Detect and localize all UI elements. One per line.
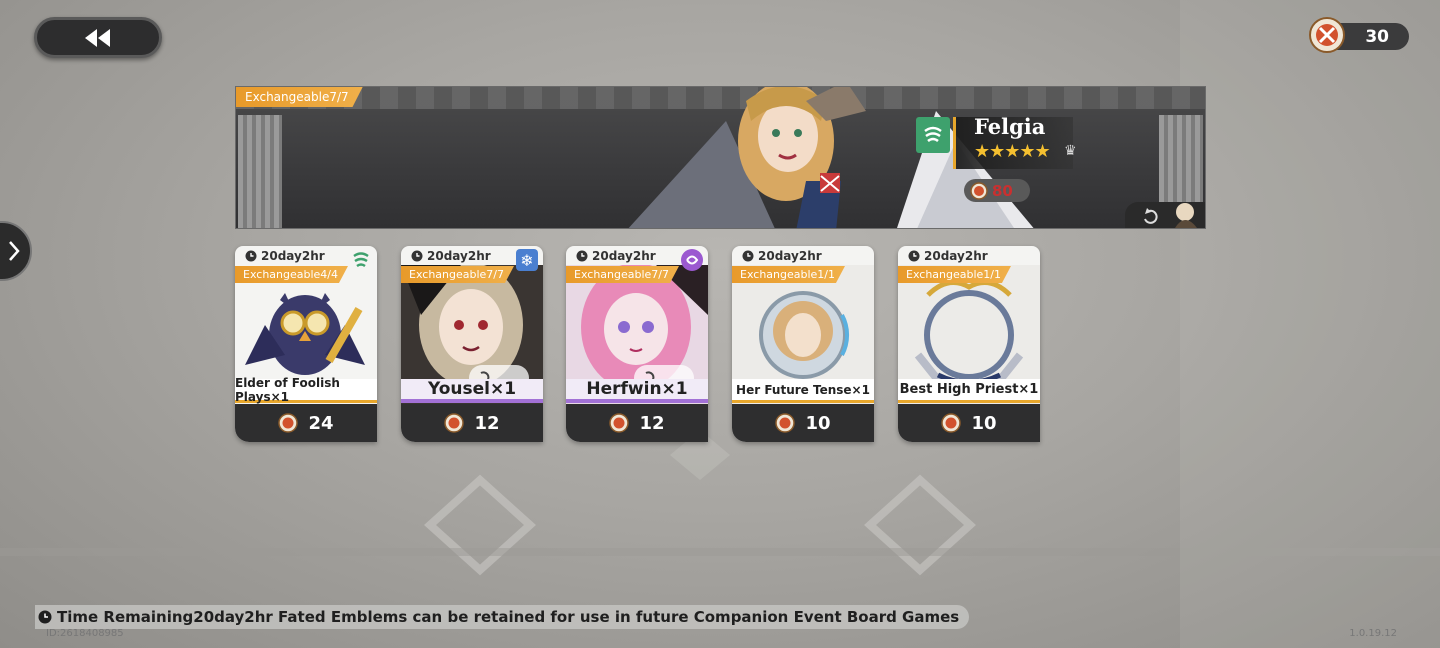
back-button[interactable] <box>34 17 162 58</box>
character-name: Felgia <box>974 114 1046 139</box>
card-price-value: 24 <box>308 412 334 434</box>
card-timer: 20day2hr <box>732 246 874 265</box>
time-remaining-notice: Time Remaining20day2hr Fated Emblems can… <box>35 605 970 629</box>
currency-counter: 30 <box>1309 17 1409 53</box>
clock-icon <box>908 250 920 261</box>
card-timer-text: 20day2hr <box>261 248 325 263</box>
clock-icon <box>576 250 588 261</box>
wind-element-icon <box>916 117 950 153</box>
card-price: 12 <box>401 404 543 442</box>
fated-emblem-icon <box>775 413 796 433</box>
version-label: 1.0.19.12 <box>1349 628 1397 639</box>
exchange-card-herfwin[interactable]: 20day2hr Exchangeable7/7 Herfwin×1 12 <box>566 246 708 442</box>
banner-price-value: 80 <box>992 181 1013 200</box>
double-arrow-left-icon <box>85 28 110 47</box>
card-exchange-tag: Exchangeable4/4 <box>235 266 348 283</box>
arcane-element-icon <box>681 249 703 271</box>
banner-price: 80 <box>964 179 1030 202</box>
card-price: 10 <box>732 404 874 442</box>
card-exchange-tag: Exchangeable1/1 <box>898 266 1011 283</box>
felgia-portrait <box>628 87 1034 228</box>
side-menu-toggle[interactable] <box>0 221 32 281</box>
clock-icon <box>411 250 423 261</box>
card-price-value: 12 <box>474 412 500 434</box>
rarity-stars: ★★★★★ <box>974 141 1051 162</box>
card-price-value: 12 <box>639 412 665 434</box>
currency-amount: 30 <box>1365 26 1389 47</box>
card-exchange-tag: Exchangeable1/1 <box>732 266 845 283</box>
left-pillar <box>238 115 282 228</box>
card-timer-text: 20day2hr <box>592 248 656 263</box>
swap-icon <box>1144 203 1197 228</box>
notice-text: Time Remaining20day2hr Fated Emblems can… <box>57 608 960 626</box>
swap-avatar-button[interactable] <box>1125 202 1205 228</box>
fated-emblem-icon <box>941 413 962 433</box>
card-item-name: Yousel×1 <box>401 379 543 403</box>
card-item-name: Herfwin×1 <box>566 379 708 403</box>
card-timer-text: 20day2hr <box>427 248 491 263</box>
card-timer-text: 20day2hr <box>758 248 822 263</box>
class-icon: ♛ <box>1064 143 1077 159</box>
frost-element-icon: ❄ <box>516 249 538 271</box>
fated-emblem-icon <box>970 181 988 200</box>
clock-icon <box>245 250 257 261</box>
exchange-limit-tag: Exchangeable7/7 <box>236 87 363 107</box>
clock-icon <box>742 250 754 261</box>
fated-emblem-icon <box>1309 17 1345 53</box>
card-price: 12 <box>566 404 708 442</box>
card-exchange-tag: Exchangeable7/7 <box>566 266 679 283</box>
card-price: 24 <box>235 404 377 442</box>
chevron-right-icon <box>9 241 20 261</box>
fated-emblem-icon <box>609 413 630 433</box>
card-price: 10 <box>898 404 1040 442</box>
card-timer: 20day2hr <box>898 246 1040 265</box>
card-exchange-tag: Exchangeable7/7 <box>401 266 514 283</box>
card-item-name: Best High Priest×1 <box>898 379 1040 403</box>
fated-emblem-icon <box>278 413 299 433</box>
card-price-value: 10 <box>805 412 831 434</box>
card-timer-text: 20day2hr <box>924 248 988 263</box>
featured-character-banner[interactable]: Exchangeable7/7 Felgia ★★★★★ ♛ 80 <box>235 86 1206 229</box>
card-price-value: 10 <box>971 412 997 434</box>
player-id: ID:2618408985 <box>46 628 124 639</box>
card-item-name: Elder of Foolish Plays×1 <box>235 376 377 404</box>
exchange-card-best-high-priest[interactable]: 20day2hr Exchangeable1/1 Best High Pries… <box>898 246 1040 442</box>
exchange-card-elder-of-foolish-plays[interactable]: 20day2hr Exchangeable4/4 Elder of Foolis… <box>235 246 377 442</box>
exchange-card-yousel[interactable]: 20day2hr ❄ Exchangeable7/7 Yousel×1 12 <box>401 246 543 442</box>
fated-emblem-icon <box>444 413 465 433</box>
wind-element-icon <box>350 249 372 271</box>
clock-icon <box>38 610 52 624</box>
exchange-card-her-future-tense[interactable]: 20day2hr Exchangeable1/1 Her Future Tens… <box>732 246 874 442</box>
card-item-name: Her Future Tense×1 <box>732 379 874 403</box>
